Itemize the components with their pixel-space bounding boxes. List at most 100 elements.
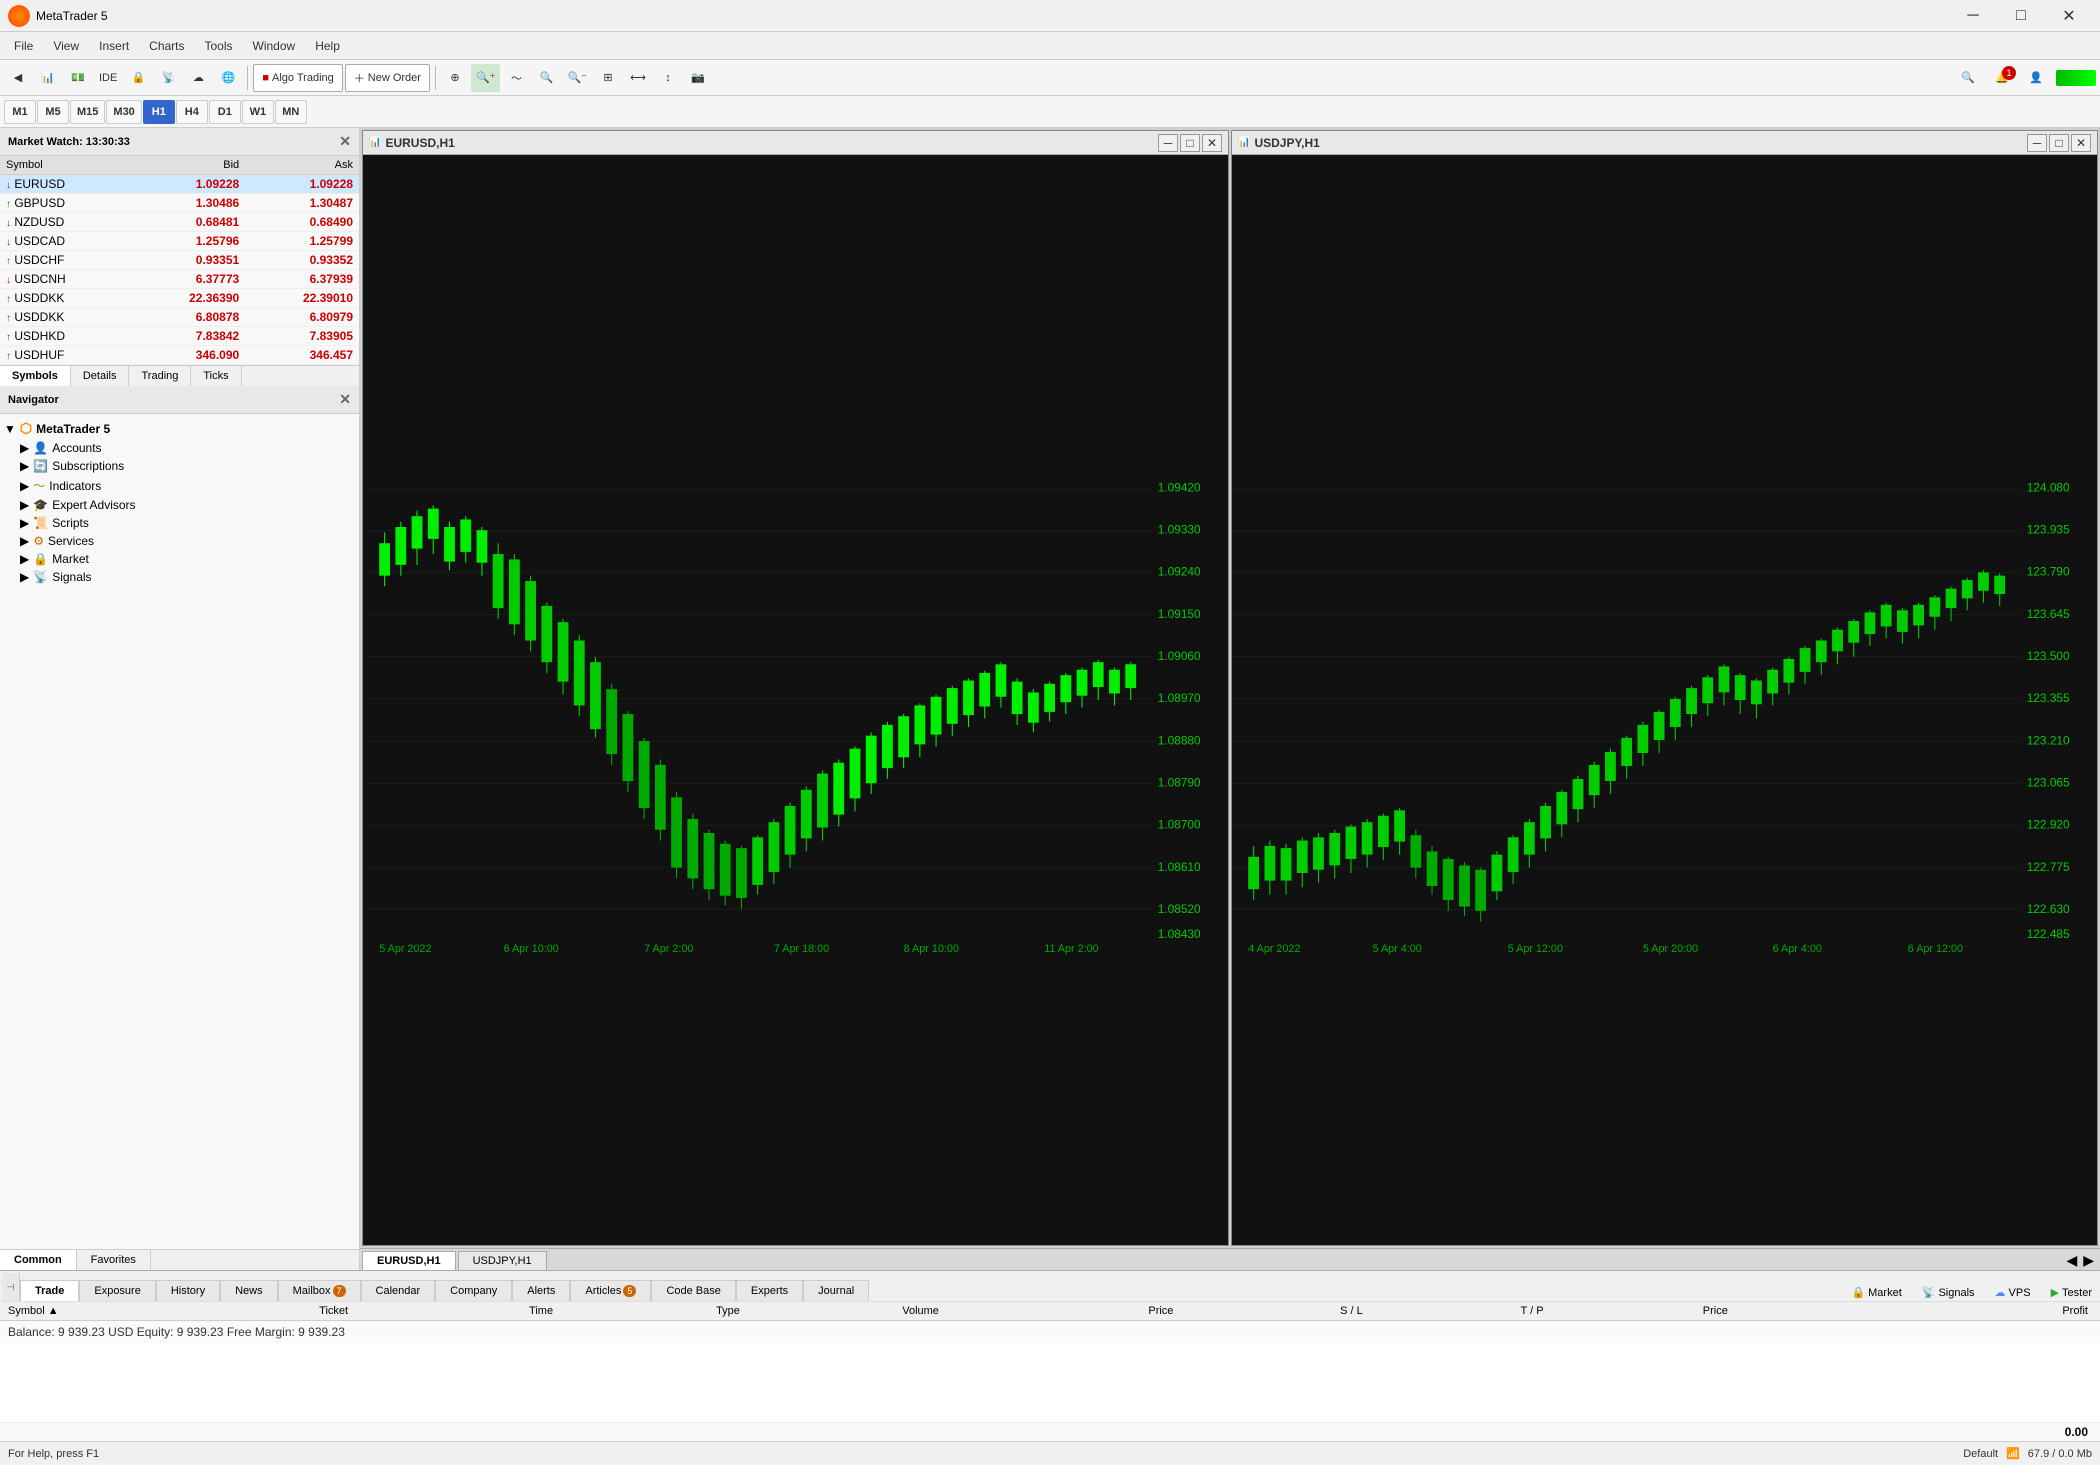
terminal-tab-company[interactable]: Company	[435, 1280, 512, 1301]
chart-btn[interactable]: 📊	[34, 64, 62, 92]
nav-accounts[interactable]: ▶ 👤 Accounts	[0, 439, 359, 457]
usdjpy-chart-body[interactable]: 124.080 123.935 123.790 123.645 123.500 …	[1232, 155, 2097, 1245]
nav-services[interactable]: ▶ ⚙ Services	[0, 532, 359, 550]
tf-m30[interactable]: M30	[106, 100, 141, 124]
market-watch-row[interactable]: ↑ USDDKK 6.80878 6.80979	[0, 308, 359, 327]
market-watch-row[interactable]: ↓ NZDUSD 0.68481 0.68490	[0, 213, 359, 232]
terminal-tab-calendar[interactable]: Calendar	[361, 1280, 436, 1301]
toolbox-toggle[interactable]: ⊣	[2, 1273, 20, 1301]
account-btn[interactable]: 👤	[2022, 64, 2050, 92]
market-watch-scroll[interactable]: Symbol Bid Ask ↓ EURUSD 1.09228 1.09228 …	[0, 156, 359, 365]
market-watch-row[interactable]: ↓ EURUSD 1.09228 1.09228	[0, 175, 359, 194]
wave-btn[interactable]: 〜	[502, 64, 530, 92]
zoom-chart-btn[interactable]: 🔍	[532, 64, 560, 92]
tf-w1[interactable]: W1	[242, 100, 274, 124]
tab-details[interactable]: Details	[71, 366, 130, 386]
nav-market[interactable]: ▶ 🔒 Market	[0, 550, 359, 568]
screenshot-btn[interactable]: 📷	[684, 64, 712, 92]
scroll-btn[interactable]: ⟷	[624, 64, 652, 92]
tf-mn[interactable]: MN	[275, 100, 307, 124]
chart-tab-usdjpy[interactable]: USDJPY,H1	[458, 1251, 547, 1270]
market-watch-row[interactable]: ↓ USDCNH 6.37773 6.37939	[0, 270, 359, 289]
signals-link[interactable]: 📡 Signals	[1916, 1284, 1981, 1301]
market-watch-row[interactable]: ↓ USDCAD 1.25796 1.25799	[0, 232, 359, 251]
close-button[interactable]: ✕	[2046, 0, 2092, 32]
maximize-button[interactable]: □	[1998, 0, 2044, 32]
navigator-close[interactable]: ✕	[339, 391, 351, 408]
tf-h4[interactable]: H4	[176, 100, 208, 124]
nav-signals[interactable]: ▶ 📡 Signals	[0, 568, 359, 586]
search-btn[interactable]: 🔍	[1954, 64, 1982, 92]
terminal-tab-alerts[interactable]: Alerts	[512, 1280, 570, 1301]
nav-indicators[interactable]: ▶ 〜 Indicators	[0, 475, 359, 496]
terminal-tab-experts[interactable]: Experts	[736, 1280, 803, 1301]
eurusd-maximize[interactable]: □	[1180, 134, 1200, 152]
symbol-name: ↑ USDCHF	[0, 251, 131, 270]
market-watch-row[interactable]: ↑ GBPUSD 1.30486 1.30487	[0, 194, 359, 213]
vps-link[interactable]: ☁ VPS	[1989, 1284, 2037, 1301]
market-watch-row[interactable]: ↑ USDDKK 22.36390 22.39010	[0, 289, 359, 308]
tab-symbols[interactable]: Symbols	[0, 366, 71, 386]
direction-arrow: ↓	[6, 275, 11, 286]
nav-tab-favorites[interactable]: Favorites	[77, 1250, 151, 1270]
menu-view[interactable]: View	[43, 35, 89, 57]
terminal-tab-exposure[interactable]: Exposure	[79, 1280, 155, 1301]
market-watch-close[interactable]: ✕	[339, 133, 351, 150]
terminal-tab-codebase[interactable]: Code Base	[651, 1280, 735, 1301]
tf-h1[interactable]: H1	[143, 100, 175, 124]
market-link[interactable]: 🔒 Market	[1845, 1284, 1907, 1301]
usdjpy-maximize[interactable]: □	[2049, 134, 2069, 152]
crosshair-btn[interactable]: ⊕	[441, 64, 469, 92]
tester-link[interactable]: ▶ Tester	[2045, 1284, 2098, 1301]
cloud-btn[interactable]: ☁	[184, 64, 212, 92]
chart-tab-eurusd[interactable]: EURUSD,H1	[362, 1251, 456, 1270]
new-order-button[interactable]: ＋ New Order	[345, 64, 430, 92]
ide-btn[interactable]: IDE	[94, 64, 122, 92]
globe-btn[interactable]: 🌐	[214, 64, 242, 92]
market-watch-row[interactable]: ↑ USDCHF 0.93351 0.93352	[0, 251, 359, 270]
terminal-tab-history[interactable]: History	[156, 1280, 220, 1301]
radio-btn[interactable]: 📡	[154, 64, 182, 92]
auto-scroll-btn[interactable]: ↕	[654, 64, 682, 92]
zoom-out-btn[interactable]: 🔍⁻	[562, 64, 592, 92]
back-button[interactable]: ◀	[4, 64, 32, 92]
tab-ticks[interactable]: Ticks	[191, 366, 241, 386]
navigator-content[interactable]: ▼ ⬡ MetaTrader 5 ▶ 👤 Accounts ▶ 🔄 Subscr…	[0, 414, 359, 1249]
algo-trading-button[interactable]: ■ Algo Trading	[253, 64, 342, 92]
chart-scroll-right[interactable]: ▶	[2083, 1252, 2094, 1269]
usdjpy-close[interactable]: ✕	[2071, 134, 2091, 152]
tf-d1[interactable]: D1	[209, 100, 241, 124]
menu-charts[interactable]: Charts	[139, 35, 194, 57]
terminal-tab-journal[interactable]: Journal	[803, 1280, 869, 1301]
grid-btn[interactable]: ⊞	[594, 64, 622, 92]
menu-file[interactable]: File	[4, 35, 43, 57]
tf-m5[interactable]: M5	[37, 100, 69, 124]
nav-experts[interactable]: ▶ 🎓 Expert Advisors	[0, 496, 359, 514]
eurusd-minimize[interactable]: ─	[1158, 134, 1178, 152]
eurusd-close[interactable]: ✕	[1202, 134, 1222, 152]
nav-subscriptions[interactable]: ▶ 🔄 Subscriptions	[0, 457, 359, 475]
menu-window[interactable]: Window	[243, 35, 306, 57]
usdjpy-minimize[interactable]: ─	[2027, 134, 2047, 152]
terminal-tab-articles[interactable]: Articles5	[570, 1280, 651, 1301]
lock-btn[interactable]: 🔒	[124, 64, 152, 92]
market-watch-row[interactable]: ↑ USDHKD 7.83842 7.83905	[0, 327, 359, 346]
menu-help[interactable]: Help	[305, 35, 350, 57]
terminal-tab-mailbox[interactable]: Mailbox7	[278, 1280, 361, 1301]
tab-trading[interactable]: Trading	[129, 366, 191, 386]
nav-tab-common[interactable]: Common	[0, 1250, 77, 1270]
nav-metatrader5[interactable]: ▼ ⬡ MetaTrader 5	[0, 418, 359, 439]
terminal-tab-trade[interactable]: Trade	[20, 1280, 79, 1301]
chart-scroll-left[interactable]: ◀	[2066, 1252, 2077, 1269]
minimize-button[interactable]: ─	[1950, 0, 1996, 32]
tf-m1[interactable]: M1	[4, 100, 36, 124]
eurusd-chart-body[interactable]: 1.09420 1.09330 1.09240 1.09150 1.09060 …	[363, 155, 1228, 1245]
menu-insert[interactable]: Insert	[89, 35, 139, 57]
zoom-in-btn[interactable]: 🔍⁺	[471, 64, 501, 92]
tf-m15[interactable]: M15	[70, 100, 105, 124]
menu-tools[interactable]: Tools	[195, 35, 243, 57]
cash-btn[interactable]: 💵	[64, 64, 92, 92]
terminal-tab-news[interactable]: News	[220, 1280, 278, 1301]
nav-scripts[interactable]: ▶ 📜 Scripts	[0, 514, 359, 532]
market-watch-row[interactable]: ↑ USDHUF 346.090 346.457	[0, 346, 359, 365]
